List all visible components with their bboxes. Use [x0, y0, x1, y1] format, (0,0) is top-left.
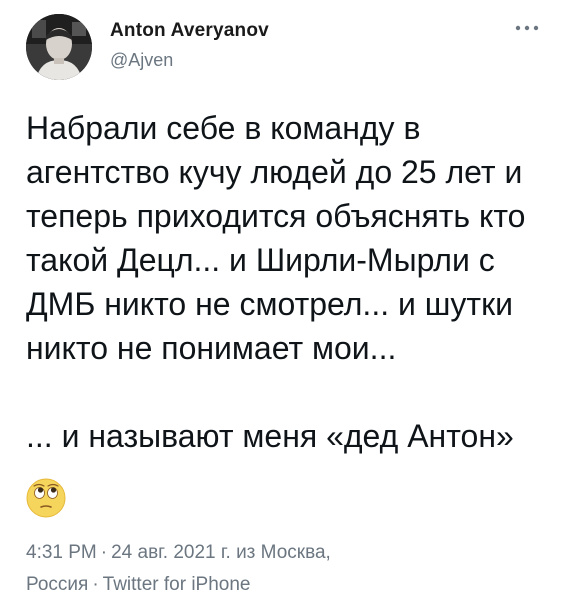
tweet-source[interactable]: Twitter for iPhone [103, 574, 251, 595]
tweet-card: Anton Averyanov @Ajven Набрали себе в ко… [0, 0, 564, 604]
user-avatar-photo-icon [26, 14, 92, 80]
separator: · [92, 574, 99, 595]
author-handle[interactable]: @Ajven [110, 50, 173, 71]
tweet-text-paragraph-2: ... и называют меня «дед Антон» [26, 418, 514, 454]
tweet-meta: 4:31 PM · 24 авг. 2021 г. из Москва, Росси… [26, 537, 546, 601]
author-name[interactable]: Anton Averyanov [110, 20, 269, 42]
more-horizontal-icon [515, 25, 539, 31]
separator: · [100, 542, 108, 563]
location-line-2[interactable]: Россия [26, 574, 88, 595]
tweet-time[interactable]: 4:31 PM [26, 542, 97, 563]
more-button[interactable] [512, 18, 542, 38]
location-line-1[interactable]: Москва, [261, 542, 331, 563]
avatar[interactable] [26, 14, 92, 80]
tweet-text-paragraph-1: Набрали себе в команду в агентство кучу … [26, 110, 526, 366]
tweet-date[interactable]: 24 авг. 2021 г. [111, 542, 231, 563]
tweet-text: Набрали себе в команду в агентство кучу … [26, 106, 556, 458]
from-label: из [236, 542, 256, 563]
face-with-rolling-eyes-emoji-icon [26, 478, 66, 518]
